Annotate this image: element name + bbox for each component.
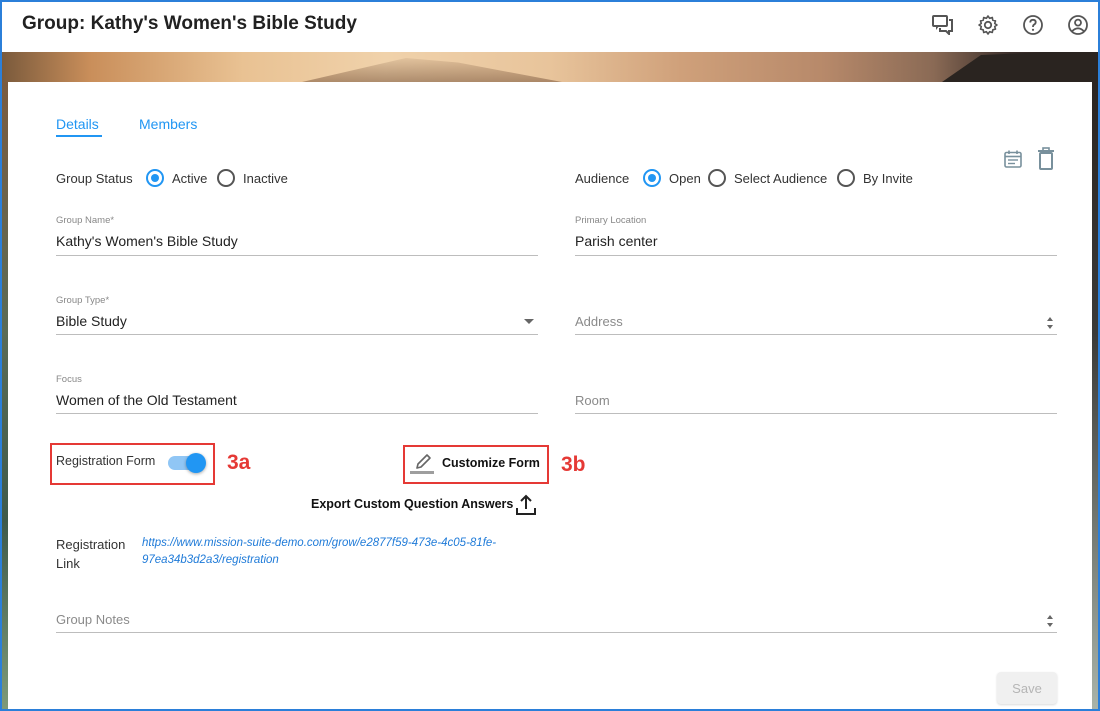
room-input[interactable]: Room <box>575 393 610 408</box>
group-type-select[interactable]: Bible Study <box>56 313 127 329</box>
audience-invite-radio[interactable] <box>837 169 855 187</box>
primary-location-underline <box>575 255 1057 256</box>
group-type-label: Group Type* <box>56 295 110 306</box>
group-notes-input[interactable]: Group Notes <box>56 612 130 627</box>
top-bar: Group: Kathy's Women's Bible Study <box>2 2 1098 52</box>
annotation-label-3a: 3a <box>227 451 251 474</box>
group-status-label: Group Status <box>56 171 133 186</box>
focus-label: Focus <box>56 374 82 385</box>
account-icon[interactable] <box>1066 13 1090 37</box>
gear-icon[interactable] <box>976 13 1000 37</box>
export-answers-button[interactable]: Export Custom Question Answers <box>311 497 513 511</box>
primary-location-label: Primary Location <box>575 215 647 226</box>
group-name-underline <box>56 255 538 256</box>
status-active-label: Active <box>172 171 208 186</box>
upload-icon[interactable] <box>514 493 538 517</box>
address-resize-icon[interactable] <box>1046 317 1054 329</box>
active-tab-indicator <box>56 135 102 137</box>
chevron-down-icon[interactable] <box>524 319 534 324</box>
tab-details[interactable]: Details <box>56 116 99 132</box>
audience-open-label: Open <box>669 171 701 186</box>
registration-link[interactable]: https://www.mission-suite-demo.com/grow/… <box>142 535 496 552</box>
pencil-icon[interactable] <box>410 451 434 475</box>
status-inactive-label: Inactive <box>243 171 288 186</box>
annotation-label-3b: 3b <box>561 453 586 476</box>
registration-form-label: Registration Form <box>56 454 156 468</box>
tab-members[interactable]: Members <box>139 116 197 132</box>
audience-open-radio[interactable] <box>643 169 661 187</box>
audience-invite-label: By Invite <box>863 171 913 186</box>
group-name-label: Group Name* <box>56 215 115 226</box>
status-active-radio[interactable] <box>146 169 164 187</box>
audience-select-label: Select Audience <box>734 171 828 186</box>
calendar-icon[interactable] <box>1003 149 1023 169</box>
audience-label: Audience <box>575 171 630 186</box>
help-icon[interactable] <box>1021 13 1045 37</box>
registration-link-label: Registration <box>56 537 126 552</box>
registration-link-label-2: Link <box>56 556 80 571</box>
group-notes-underline <box>56 632 1057 633</box>
focus-underline <box>56 413 538 414</box>
background-image-right <box>1092 82 1098 709</box>
delete-icon[interactable] <box>1035 147 1057 171</box>
audience-select-radio[interactable] <box>708 169 726 187</box>
registration-link-cont[interactable]: 97ea34b3d2a3/registration <box>142 552 279 569</box>
notes-resize-icon[interactable] <box>1046 615 1054 627</box>
room-underline <box>575 413 1057 414</box>
group-name-input[interactable]: Kathy's Women's Bible Study <box>56 233 238 249</box>
primary-location-input[interactable]: Parish center <box>575 233 657 249</box>
address-underline <box>575 334 1057 335</box>
registration-toggle-knob[interactable] <box>186 453 206 473</box>
chat-icon[interactable] <box>931 13 955 37</box>
page-title: Group: Kathy's Women's Bible Study <box>22 13 357 34</box>
group-type-underline <box>56 334 538 335</box>
customize-form-button[interactable]: Customize Form <box>442 456 540 470</box>
status-inactive-radio[interactable] <box>217 169 235 187</box>
address-input[interactable]: Address <box>575 314 623 329</box>
header-banner-image <box>2 52 1098 82</box>
save-button[interactable]: Save <box>997 672 1057 704</box>
focus-input[interactable]: Women of the Old Testament <box>56 392 237 408</box>
